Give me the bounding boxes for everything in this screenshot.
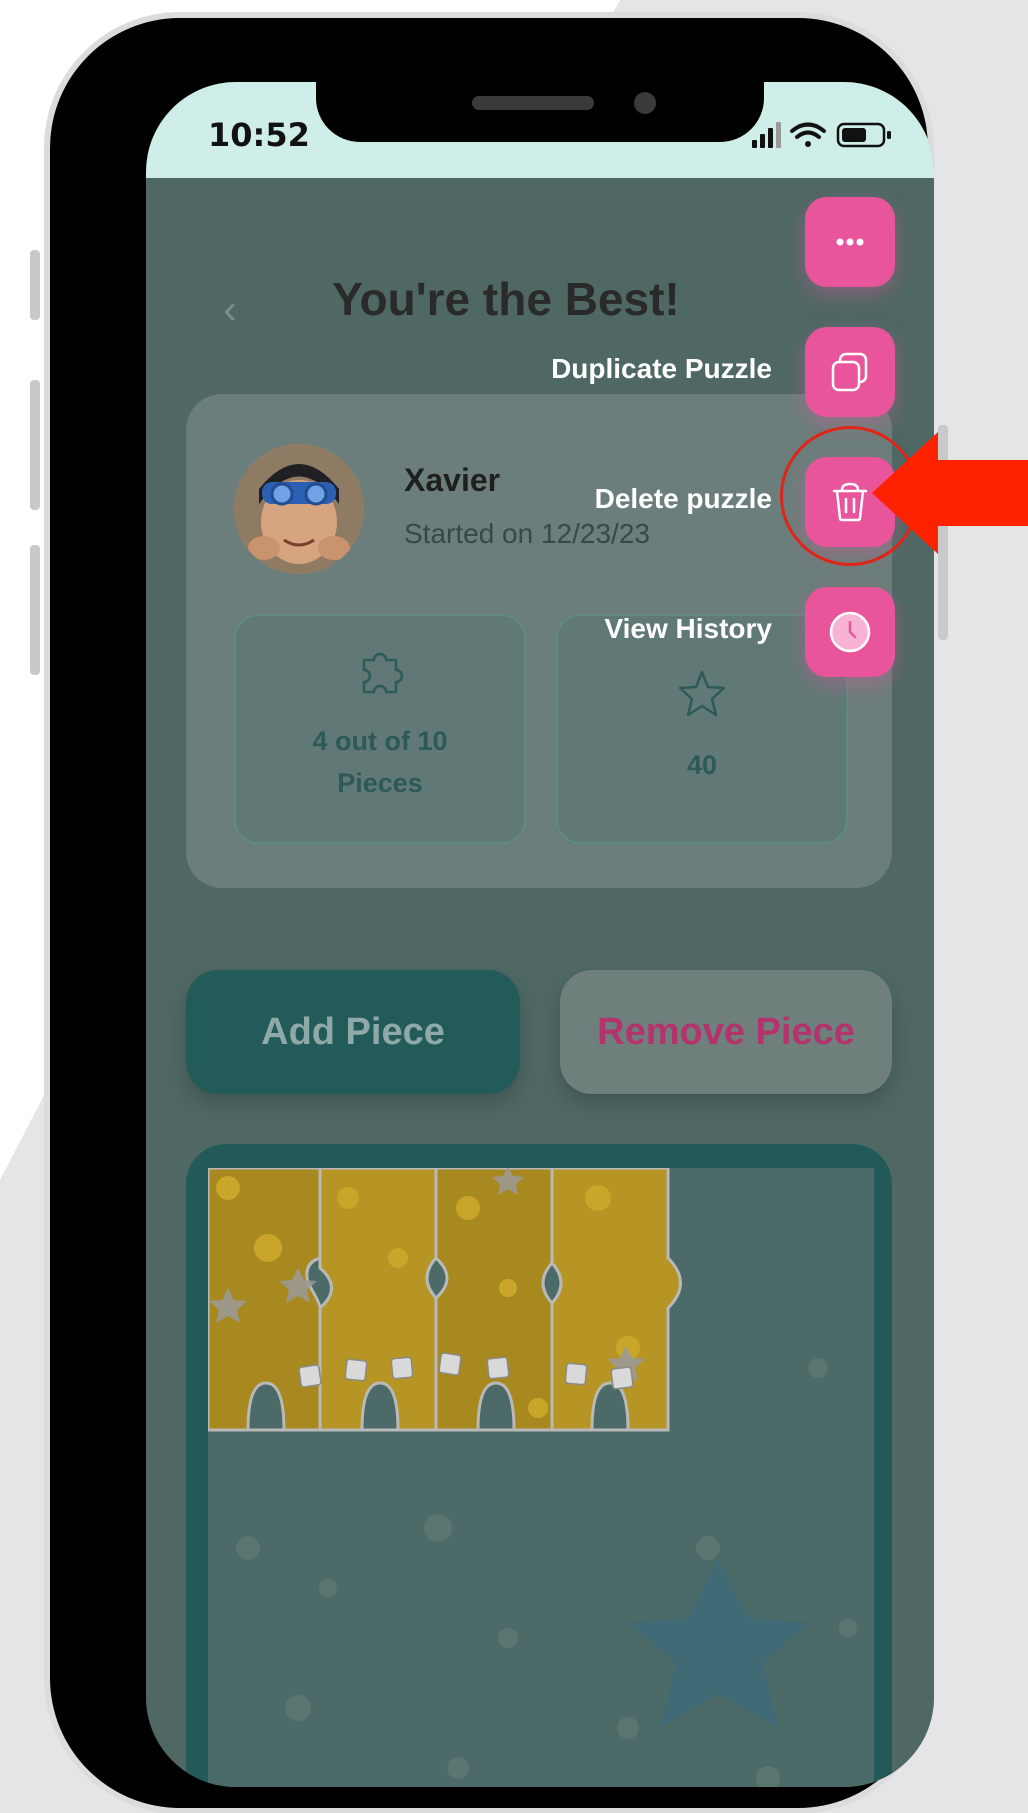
front-camera [634, 92, 656, 114]
annotation-arrow-icon [872, 432, 1028, 554]
notch [316, 82, 764, 142]
add-piece-button[interactable]: Add Piece [186, 970, 520, 1094]
volume-up-button [30, 380, 40, 510]
duplicate-puzzle-button[interactable] [805, 327, 895, 417]
copy-icon [831, 352, 868, 392]
status-bar: 10:52 [146, 82, 934, 178]
puzzle-piece-icon [362, 652, 404, 694]
pieces-stat: 4 out of 10 Pieces [234, 614, 526, 844]
cellular-signal-icon [752, 122, 781, 148]
status-time: 10:52 [208, 116, 310, 154]
star-icon [678, 670, 726, 717]
started-date: Started on 12/23/23 [404, 518, 650, 549]
pieces-progress: 4 out of 10 [312, 726, 448, 756]
puzzle-image [208, 1168, 874, 1787]
pieces-label: Pieces [337, 768, 423, 798]
back-chevron-icon[interactable]: ‹ [210, 290, 250, 330]
page-title: You're the Best! [332, 273, 680, 325]
status-icons [752, 122, 891, 148]
speaker [472, 96, 594, 110]
duplicate-puzzle-label: Duplicate Puzzle [551, 353, 772, 384]
mute-switch [30, 250, 40, 320]
delete-puzzle-label: Delete puzzle [594, 483, 772, 514]
avatar [234, 444, 364, 574]
stars-value: 40 [686, 750, 718, 780]
phone-frame: 10:52 ‹ You're the Best! Xavier Started … [50, 18, 934, 1808]
child-name: Xavier [404, 462, 501, 498]
view-history-label: View History [604, 613, 772, 644]
wifi-icon [790, 122, 826, 147]
phone-screen: 10:52 ‹ You're the Best! Xavier Started … [146, 82, 934, 1787]
clock-icon [829, 611, 871, 653]
battery-icon [836, 122, 891, 148]
puzzle-board [186, 1144, 892, 1787]
volume-down-button [30, 545, 40, 675]
more-dots-icon [836, 238, 864, 246]
more-options-button[interactable] [805, 197, 895, 287]
puzzle-detail-screen: ‹ You're the Best! Xavier Started on 12/… [146, 178, 934, 1787]
remove-piece-button[interactable]: Remove Piece [560, 970, 892, 1094]
view-history-button[interactable] [805, 587, 895, 677]
